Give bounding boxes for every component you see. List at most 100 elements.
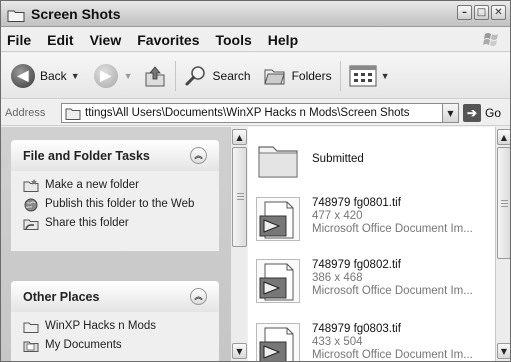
menu-tools[interactable]: Tools — [207, 32, 259, 48]
minimize-button[interactable]: – — [457, 5, 472, 20]
folders-button[interactable]: Folders — [263, 65, 332, 87]
file-name: 748979 fg0801.tif — [312, 197, 401, 209]
task-share-folder[interactable]: Share this folder — [23, 217, 209, 231]
go-arrow-icon: ➔ — [463, 104, 481, 122]
task-publish-folder[interactable]: Publish this folder to the Web — [23, 198, 209, 212]
file-name: Submitted — [312, 152, 364, 165]
search-icon — [185, 65, 205, 85]
chevron-down-icon: ▼ — [380, 70, 390, 81]
back-arrow-icon: ◀ — [11, 63, 35, 88]
chevron-down-icon: ▼ — [236, 346, 243, 356]
title-bar[interactable]: Screen Shots – □ ✕ — [1, 1, 510, 27]
list-item[interactable]: Submitted — [256, 137, 492, 181]
share-folder-icon — [23, 217, 39, 231]
explorer-window: Screen Shots – □ ✕ File Edit View Favori… — [0, 0, 511, 362]
task-label: Make a new folder — [45, 179, 139, 191]
menu-help[interactable]: Help — [260, 32, 306, 48]
document-image-icon — [256, 197, 300, 241]
chevron-down-icon: ▼ — [70, 70, 80, 81]
close-button[interactable]: ✕ — [491, 5, 506, 20]
chevron-down-icon: ▼ — [123, 70, 133, 81]
list-item[interactable]: 748979 fg0802.tif 386 x 468 Microsoft Of… — [256, 259, 492, 303]
file-type: Microsoft Office Document Im... — [312, 285, 473, 297]
folder-icon — [23, 320, 39, 334]
task-pane: File and Folder Tasks ︽ Make a new folde… — [1, 127, 230, 361]
address-input[interactable]: ttings\All Users\Documents\WinXP Hacks n… — [61, 103, 459, 123]
folder-icon — [7, 7, 25, 22]
views-icon — [349, 65, 377, 86]
back-label: Back — [40, 68, 67, 83]
views-button[interactable]: ▼ — [349, 65, 390, 87]
address-dropdown-button[interactable]: ▼ — [442, 104, 458, 122]
address-value: ttings\All Users\Documents\WinXP Hacks n… — [85, 107, 410, 119]
maximize-icon: □ — [476, 6, 487, 18]
chevron-up-icon: ▲ — [236, 132, 243, 142]
collapse-icon[interactable]: ︽ — [190, 288, 207, 305]
chevron-down-icon: ▼ — [447, 108, 454, 118]
task-pane-scrollbar[interactable]: ▲ ▼ — [230, 127, 247, 361]
go-label: Go — [485, 106, 502, 120]
scroll-thumb[interactable] — [232, 147, 247, 247]
menu-file[interactable]: File — [1, 32, 39, 48]
menu-bar: File Edit View Favorites Tools Help — [1, 28, 510, 52]
other-places-title: Other Places — [23, 289, 100, 304]
forward-arrow-icon: ▶ — [93, 63, 118, 88]
list-item[interactable]: 748979 fg0801.tif 477 x 420 Microsoft Of… — [256, 197, 492, 241]
up-folder-icon — [145, 65, 165, 86]
toolbar-separator — [174, 60, 176, 91]
windows-logo-icon — [480, 31, 504, 49]
menu-favorites[interactable]: Favorites — [129, 32, 207, 48]
forward-button[interactable]: ▶ ▼ — [93, 63, 133, 88]
task-make-new-folder[interactable]: Make a new folder — [23, 179, 209, 193]
other-places-panel: Other Places ︽ WinXP Hacks n Mods My Doc… — [11, 281, 219, 361]
go-button[interactable]: ➔ Go — [463, 104, 501, 122]
toolbar-separator — [339, 60, 341, 91]
place-label: My Documents — [45, 339, 122, 351]
folder-icon — [65, 108, 81, 120]
menu-edit[interactable]: Edit — [39, 32, 81, 48]
window-title: Screen Shots — [31, 5, 121, 22]
file-name: 748979 fg0803.tif — [312, 323, 401, 335]
scroll-down-button[interactable]: ▼ — [232, 343, 247, 359]
file-folder-tasks-title: File and Folder Tasks — [23, 148, 150, 163]
place-label: WinXP Hacks n Mods — [45, 320, 156, 332]
document-image-icon — [256, 323, 300, 361]
new-folder-icon — [23, 179, 39, 193]
file-dimensions: 386 x 468 — [312, 272, 363, 284]
file-list: Submitted 748979 fg0801.tif 477 x 420 Mi… — [248, 127, 495, 361]
task-label: Publish this folder to the Web — [45, 198, 195, 210]
document-image-icon — [256, 259, 300, 303]
folder-icon — [256, 137, 300, 181]
other-places-header[interactable]: Other Places ︽ — [11, 281, 219, 312]
scroll-up-button[interactable]: ▲ — [232, 129, 247, 145]
task-label: Share this folder — [45, 217, 129, 229]
scroll-thumb[interactable] — [497, 147, 510, 259]
file-dimensions: 433 x 504 — [312, 336, 363, 348]
folders-label: Folders — [291, 68, 332, 83]
close-icon: ✕ — [494, 6, 503, 18]
file-type: Microsoft Office Document Im... — [312, 349, 473, 361]
file-list-scrollbar[interactable]: ▲ ▼ — [495, 127, 510, 361]
back-button[interactable]: ◀ Back ▼ — [11, 63, 80, 88]
place-winxp-hacks[interactable]: WinXP Hacks n Mods — [23, 320, 209, 334]
file-folder-tasks-header[interactable]: File and Folder Tasks ︽ — [11, 140, 219, 171]
menu-view[interactable]: View — [82, 32, 130, 48]
place-my-documents[interactable]: My Documents — [23, 339, 209, 353]
scroll-up-button[interactable]: ▲ — [497, 129, 510, 145]
minimize-icon: – — [462, 6, 467, 18]
address-label: Address — [5, 106, 46, 119]
up-folder-button[interactable] — [143, 64, 167, 88]
file-folder-tasks-panel: File and Folder Tasks ︽ Make a new folde… — [11, 140, 219, 251]
maximize-button[interactable]: □ — [474, 5, 489, 20]
collapse-icon[interactable]: ︽ — [190, 147, 207, 164]
file-type: Microsoft Office Document Im... — [312, 223, 473, 235]
globe-icon — [23, 198, 39, 212]
address-bar: Address ttings\All Users\Documents\WinXP… — [1, 100, 510, 126]
scroll-down-button[interactable]: ▼ — [497, 343, 510, 359]
folders-icon — [263, 69, 285, 84]
chevron-up-icon: ▲ — [500, 132, 508, 142]
search-button[interactable]: Search — [184, 64, 251, 88]
list-item[interactable]: 748979 fg0803.tif 433 x 504 Microsoft Of… — [256, 323, 492, 361]
toolbar: ◀ Back ▼ ▶ ▼ Search Folders ▼ — [1, 53, 510, 99]
documents-icon — [23, 339, 39, 353]
